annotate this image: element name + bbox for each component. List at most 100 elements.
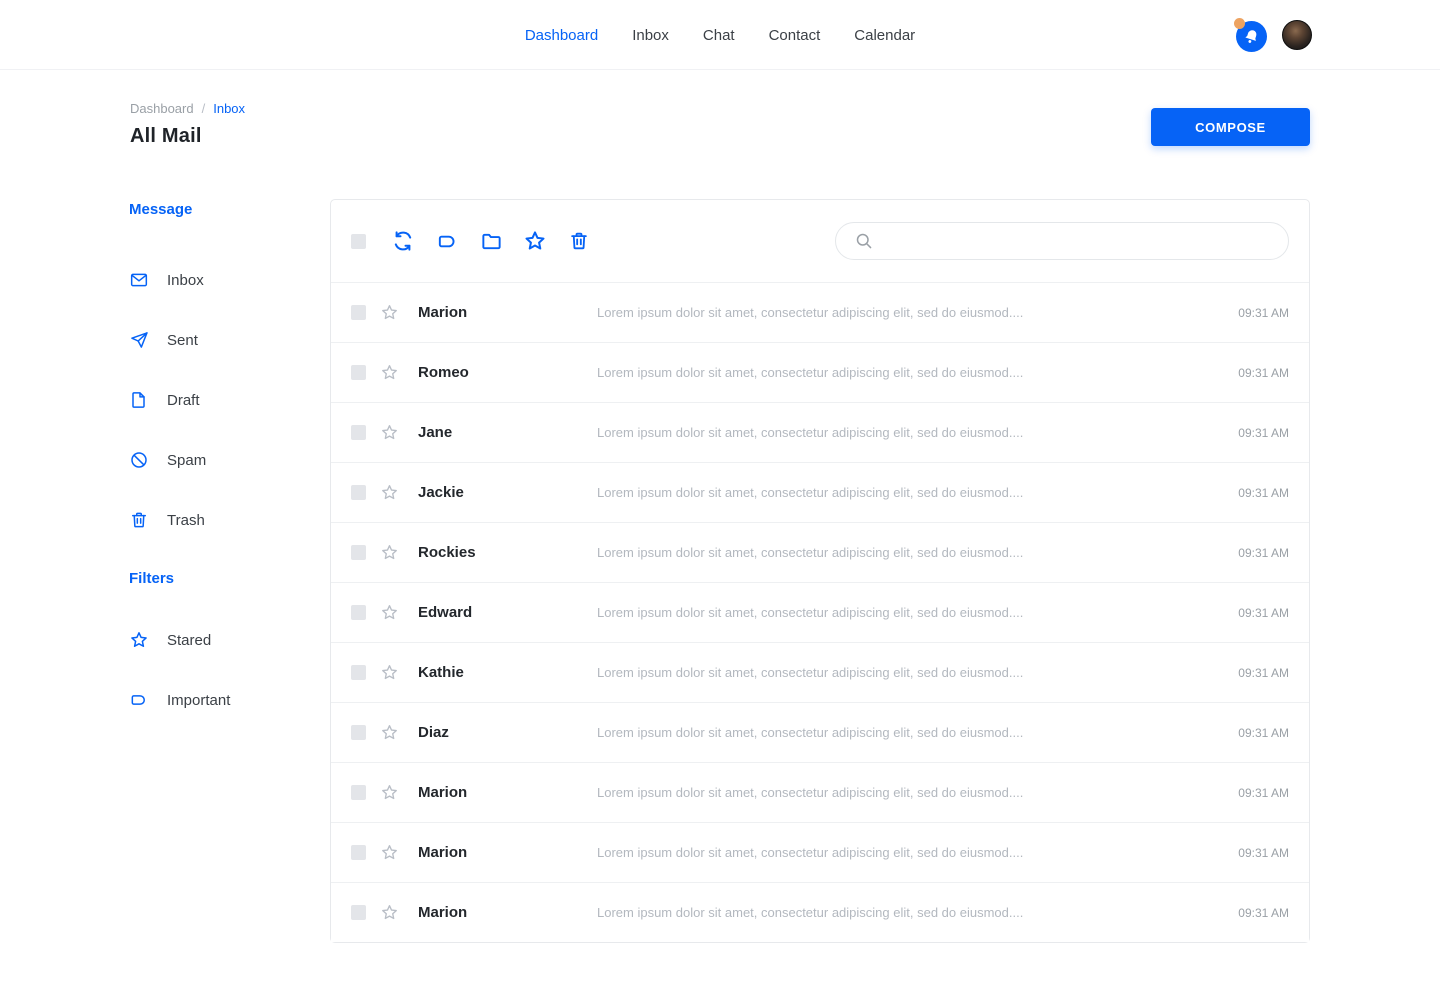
star-icon[interactable] (379, 603, 399, 623)
mail-row[interactable]: Romeo Lorem ipsum dolor sit amet, consec… (331, 342, 1309, 402)
mail-list-panel: Marion Lorem ipsum dolor sit amet, conse… (330, 199, 1310, 943)
mail-app-page: Dashboard Inbox Chat Contact Calendar Da… (0, 0, 1440, 1008)
mail-row[interactable]: Jackie Lorem ipsum dolor sit amet, conse… (331, 462, 1309, 522)
mail-sender: Diaz (418, 724, 597, 741)
nav-dashboard[interactable]: Dashboard (525, 27, 598, 44)
mail-time: 09:31 AM (1219, 666, 1289, 680)
sidebar-item-important[interactable]: Important (129, 670, 319, 730)
sidebar-item-label: Sent (167, 332, 198, 349)
star-icon[interactable] (379, 303, 399, 323)
star-icon[interactable] (379, 423, 399, 443)
row-checkbox[interactable] (351, 725, 366, 740)
row-checkbox[interactable] (351, 905, 366, 920)
star-icon[interactable] (379, 483, 399, 503)
mail-preview: Lorem ipsum dolor sit amet, consectetur … (597, 725, 1219, 740)
sidebar-item-label: Inbox (167, 272, 204, 289)
mail-preview: Lorem ipsum dolor sit amet, consectetur … (597, 785, 1219, 800)
mail-sender: Jane (418, 424, 597, 441)
mail-preview: Lorem ipsum dolor sit amet, consectetur … (597, 605, 1219, 620)
folder-icon[interactable] (479, 229, 503, 253)
spam-icon (129, 450, 149, 470)
mail-preview: Lorem ipsum dolor sit amet, consectetur … (597, 425, 1219, 440)
mail-sender: Rockies (418, 544, 597, 561)
sidebar-item-draft[interactable]: Draft (129, 370, 319, 430)
mail-preview: Lorem ipsum dolor sit amet, consectetur … (597, 905, 1219, 920)
notification-badge (1234, 18, 1245, 29)
mail-row[interactable]: Marion Lorem ipsum dolor sit amet, conse… (331, 882, 1309, 942)
header-actions (1234, 0, 1312, 70)
row-checkbox[interactable] (351, 365, 366, 380)
mail-sender: Marion (418, 784, 597, 801)
breadcrumb-inbox[interactable]: Inbox (213, 101, 245, 116)
mail-preview: Lorem ipsum dolor sit amet, consectetur … (597, 845, 1219, 860)
mail-time: 09:31 AM (1219, 426, 1289, 440)
mail-row[interactable]: Jane Lorem ipsum dolor sit amet, consect… (331, 402, 1309, 462)
search-input[interactable] (835, 222, 1289, 260)
sidebar-item-trash[interactable]: Trash (129, 490, 319, 550)
sidebar-message-list: Inbox Sent Draft (129, 250, 319, 550)
mail-preview: Lorem ipsum dolor sit amet, consectetur … (597, 485, 1219, 500)
toolbar-icons (391, 229, 591, 253)
mail-sender: Marion (418, 904, 597, 921)
star-icon[interactable] (523, 229, 547, 253)
star-icon[interactable] (379, 903, 399, 923)
nav-inbox[interactable]: Inbox (632, 27, 669, 44)
nav-contact[interactable]: Contact (769, 27, 821, 44)
select-all-checkbox[interactable] (351, 234, 366, 249)
send-icon (129, 330, 149, 350)
star-icon[interactable] (379, 783, 399, 803)
star-icon[interactable] (379, 363, 399, 383)
star-icon[interactable] (379, 663, 399, 683)
row-checkbox[interactable] (351, 785, 366, 800)
page-title: All Mail (130, 125, 245, 148)
label-icon (129, 690, 149, 710)
mail-time: 09:31 AM (1219, 606, 1289, 620)
row-checkbox[interactable] (351, 305, 366, 320)
row-checkbox[interactable] (351, 845, 366, 860)
sidebar-item-stared[interactable]: Stared (129, 610, 319, 670)
sidebar-item-spam[interactable]: Spam (129, 430, 319, 490)
nav-chat[interactable]: Chat (703, 27, 735, 44)
sidebar-item-sent[interactable]: Sent (129, 310, 319, 370)
star-icon[interactable] (379, 843, 399, 863)
label-icon[interactable] (435, 229, 459, 253)
row-checkbox[interactable] (351, 425, 366, 440)
row-checkbox[interactable] (351, 545, 366, 560)
sidebar-filters-list: Stared Important (129, 610, 319, 730)
star-icon[interactable] (379, 723, 399, 743)
user-avatar[interactable] (1282, 20, 1312, 50)
search-box (835, 222, 1289, 260)
trash-icon[interactable] (567, 229, 591, 253)
mail-row[interactable]: Marion Lorem ipsum dolor sit amet, conse… (331, 822, 1309, 882)
mail-sender: Kathie (418, 664, 597, 681)
mail-sender: Marion (418, 844, 597, 861)
mail-row[interactable]: Diaz Lorem ipsum dolor sit amet, consect… (331, 702, 1309, 762)
mail-preview: Lorem ipsum dolor sit amet, consectetur … (597, 305, 1219, 320)
sidebar-item-label: Stared (167, 632, 211, 649)
breadcrumb-dashboard[interactable]: Dashboard (130, 101, 194, 116)
top-header: Dashboard Inbox Chat Contact Calendar (0, 0, 1440, 70)
row-checkbox[interactable] (351, 665, 366, 680)
sidebar-item-label: Draft (167, 392, 200, 409)
mail-row[interactable]: Rockies Lorem ipsum dolor sit amet, cons… (331, 522, 1309, 582)
mail-row[interactable]: Marion Lorem ipsum dolor sit amet, conse… (331, 282, 1309, 342)
sidebar-section-message: Message (129, 199, 319, 221)
row-checkbox[interactable] (351, 605, 366, 620)
star-icon (129, 630, 149, 650)
draft-icon (129, 390, 149, 410)
top-nav: Dashboard Inbox Chat Contact Calendar (0, 0, 1440, 70)
mail-row[interactable]: Kathie Lorem ipsum dolor sit amet, conse… (331, 642, 1309, 702)
mail-row[interactable]: Marion Lorem ipsum dolor sit amet, conse… (331, 762, 1309, 822)
notifications-button[interactable] (1234, 18, 1268, 52)
trash-icon (129, 510, 149, 530)
mail-row[interactable]: Edward Lorem ipsum dolor sit amet, conse… (331, 582, 1309, 642)
nav-calendar[interactable]: Calendar (854, 27, 915, 44)
compose-button[interactable]: COMPOSE (1151, 108, 1310, 146)
star-icon[interactable] (379, 543, 399, 563)
refresh-icon[interactable] (391, 229, 415, 253)
mail-sender: Marion (418, 304, 597, 321)
row-checkbox[interactable] (351, 485, 366, 500)
mail-time: 09:31 AM (1219, 546, 1289, 560)
mail-time: 09:31 AM (1219, 906, 1289, 920)
sidebar-item-inbox[interactable]: Inbox (129, 250, 319, 310)
